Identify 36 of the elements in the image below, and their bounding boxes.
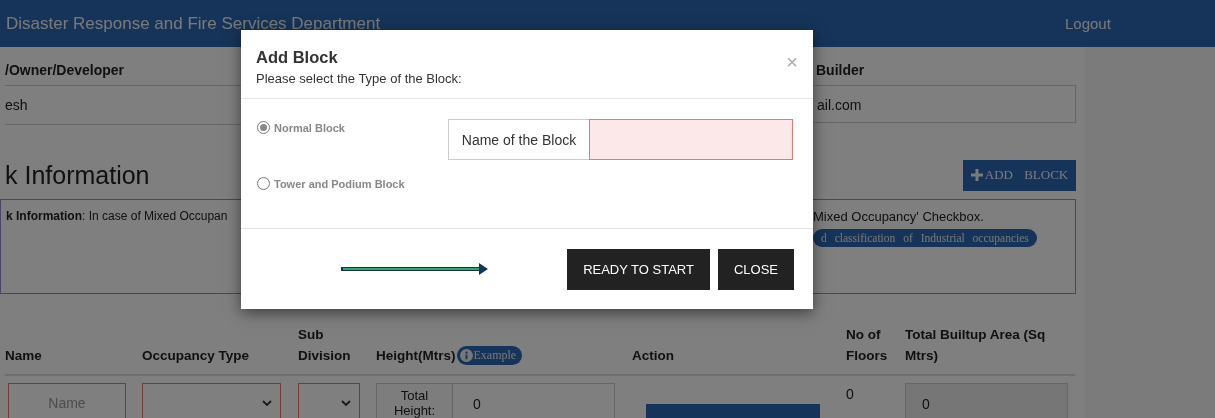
modal-subtitle: Please select the Type of the Block:: [256, 71, 463, 86]
column-header: Name: [5, 347, 43, 365]
column-header: Sub Division: [298, 326, 352, 365]
site-title: Disaster Response and Fire Services Department: [6, 13, 382, 34]
height-field[interactable]: Total Height: 0: [376, 383, 615, 418]
info-icon: [459, 349, 473, 362]
column-header: Total Builtup Area (Sq Mtrs): [905, 326, 1047, 365]
column-header: Occupancy Type: [142, 347, 251, 365]
section-title: k Information: [5, 160, 150, 190]
chevron-down-icon: [262, 399, 272, 407]
block-name-input[interactable]: [589, 119, 793, 160]
field-label: Builder: [816, 61, 866, 80]
column-header: No of Floors: [846, 326, 889, 365]
column-header: Height(Mtrs): [376, 347, 456, 365]
close-button[interactable]: CLOSE: [717, 248, 794, 290]
plus-icon: [970, 169, 983, 181]
area-field: 0: [905, 383, 1068, 418]
field-label: /Owner/Developer: [5, 61, 125, 80]
close-button[interactable]: ×: [786, 42, 798, 83]
modal-title: Add Block: [256, 48, 338, 67]
info-text: k Information: In case of Mixed Occupan: [6, 209, 228, 225]
logout-link[interactable]: Logout: [1065, 15, 1215, 32]
ready-to-start-button[interactable]: READY TO START: [567, 248, 710, 290]
occupancy-select[interactable]: [142, 383, 281, 418]
floors-value: 0: [846, 385, 855, 404]
radio-label: Tower and Podium Block: [274, 177, 405, 190]
column-header: Action: [632, 347, 675, 365]
example-badge[interactable]: Example: [456, 346, 523, 365]
info-badge: d classification of Industrial occupancies: [813, 229, 1037, 247]
radio-button[interactable]: [257, 121, 270, 134]
subdivision-select[interactable]: [298, 383, 360, 418]
radio-button[interactable]: [257, 177, 270, 190]
chevron-down-icon: [341, 399, 351, 407]
info-text: Mixed Occupancy' Checkbox.: [813, 209, 984, 224]
add-block-button[interactable]: ADD BLOCK: [963, 159, 1076, 191]
height-value: 0: [472, 395, 481, 414]
